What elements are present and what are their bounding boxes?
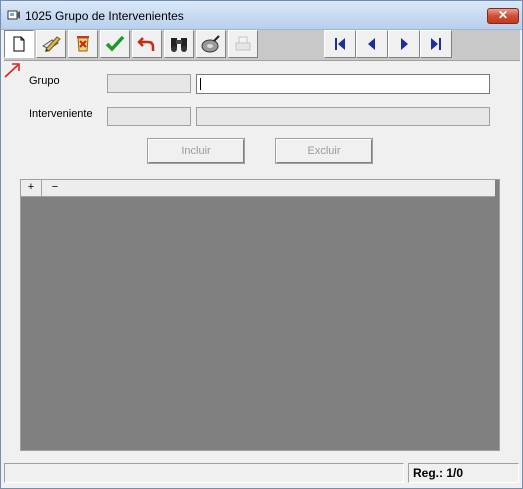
record-counter: Reg.: 1/0: [408, 463, 519, 483]
interveniente-code-field[interactable]: [107, 107, 191, 126]
main-window: 1025 Grupo de Intervenientes ✕ Grupo Int…: [0, 0, 523, 489]
undo-arrow-icon: [137, 37, 155, 51]
next-record-button[interactable]: [388, 30, 420, 58]
new-button[interactable]: [4, 30, 34, 58]
expand-button[interactable]: +: [21, 180, 42, 196]
print-disabled-icon: [235, 36, 251, 51]
delete-button[interactable]: [68, 30, 98, 58]
undo-button[interactable]: [132, 30, 162, 58]
new-document-icon: [13, 36, 25, 52]
status-bar: Reg.: 1/0: [4, 463, 519, 485]
lookup-disk-icon: [201, 35, 220, 53]
last-record-button[interactable]: [420, 30, 452, 58]
first-record-button[interactable]: [324, 30, 356, 58]
next-record-icon: [401, 38, 408, 50]
text-cursor: [200, 78, 201, 90]
grupo-label: Grupo: [29, 75, 60, 87]
print-button[interactable]: [228, 30, 258, 58]
close-button[interactable]: ✕: [487, 8, 519, 24]
interveniente-label: Interveniente: [29, 108, 93, 120]
search-button[interactable]: [164, 30, 194, 58]
data-grid[interactable]: + −: [20, 179, 500, 451]
lookup-button[interactable]: [196, 30, 226, 58]
previous-record-icon: [368, 38, 375, 50]
edit-pencil-icon: [42, 36, 61, 52]
interveniente-description-field[interactable]: [196, 107, 490, 126]
grid-header: + −: [21, 180, 495, 197]
title-bar: 1025 Grupo de Intervenientes ✕: [1, 1, 522, 30]
collapse-button[interactable]: −: [43, 180, 67, 196]
delete-eraser-icon: [77, 36, 89, 52]
grupo-description-field[interactable]: [196, 74, 490, 94]
edit-button[interactable]: [36, 30, 66, 58]
grupo-code-field[interactable]: [107, 74, 191, 93]
status-message: [4, 463, 404, 483]
toolbar: [4, 30, 520, 61]
window-title: 1025 Grupo de Intervenientes: [25, 9, 184, 23]
search-binoculars-icon: [171, 38, 187, 52]
previous-record-button[interactable]: [356, 30, 388, 58]
last-record-icon: [431, 38, 441, 50]
app-icon: [7, 10, 20, 20]
excluir-button[interactable]: Excluir: [275, 138, 373, 164]
first-record-icon: [335, 38, 345, 50]
incluir-button[interactable]: Incluir: [147, 138, 245, 164]
annotation-arrow-icon: [4, 63, 20, 78]
confirm-button[interactable]: [100, 30, 130, 58]
confirm-check-icon: [105, 35, 125, 52]
